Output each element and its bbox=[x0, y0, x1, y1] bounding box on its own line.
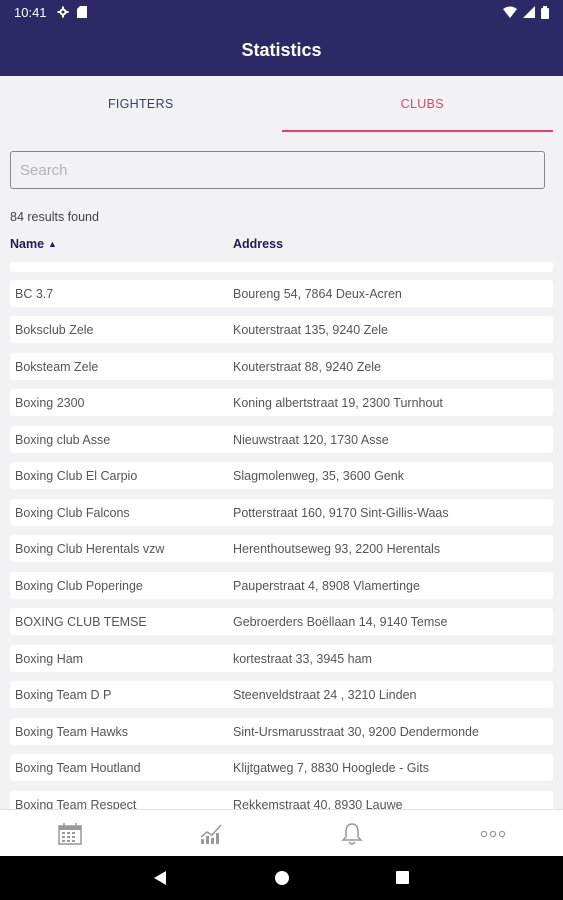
club-address: Koning albertstraat 19, 2300 Turnhout bbox=[233, 396, 443, 410]
column-header-name-label: Name bbox=[10, 237, 45, 251]
table-row[interactable]: Boksteam Zele Kouterstraat 88, 9240 Zele bbox=[10, 353, 553, 380]
club-name: Boxing Team D P bbox=[15, 688, 112, 702]
home-icon[interactable] bbox=[274, 870, 290, 886]
table-row[interactable]: Boksclub Zele Kouterstraat 135, 9240 Zele bbox=[10, 316, 553, 343]
calendar-icon bbox=[58, 823, 82, 845]
club-name: Boxing Club Herentals vzw bbox=[15, 542, 165, 556]
page-title: Statistics bbox=[241, 39, 322, 60]
table-row[interactable]: Boxing Team Respect Rekkemstraat 40, 8930… bbox=[10, 791, 553, 809]
sort-ascending-icon: ▲ bbox=[48, 239, 57, 249]
settings-gear-icon bbox=[57, 6, 69, 18]
table-row[interactable]: BOXING CLUB TEMSE Gebroerders Boëllaan 14… bbox=[10, 608, 553, 635]
table-row[interactable]: Boxing Club Poperinge Pauperstraat 4, 890… bbox=[10, 572, 553, 599]
tab-fighters[interactable]: FIGHTERS bbox=[0, 76, 282, 132]
club-name: BOXING CLUB TEMSE bbox=[15, 615, 147, 629]
table-row[interactable]: Boxing Team Hawks Sint-Ursmarusstraat 30,… bbox=[10, 718, 553, 745]
club-address: Nieuwstraat 120, 1730 Asse bbox=[233, 433, 389, 447]
nav-more[interactable] bbox=[479, 820, 507, 848]
club-address: Potterstraat 160, 9170 Sint-Gillis-Waas bbox=[233, 506, 449, 520]
club-name: Boxing 2300 bbox=[15, 396, 85, 410]
club-address: Pauperstraat 4, 8908 Vlamertinge bbox=[233, 579, 420, 593]
club-name: Boxing club Asse bbox=[15, 433, 111, 447]
club-address: Boureng 54, 7864 Deux-Acren bbox=[233, 287, 402, 301]
club-name: Boksteam Zele bbox=[15, 360, 99, 374]
back-icon[interactable] bbox=[153, 870, 167, 886]
club-address: Slagmolenweg, 35, 3600 Genk bbox=[233, 469, 404, 483]
status-time: 10:41 bbox=[14, 4, 47, 20]
table-row[interactable]: Boxing 2300 Koning albertstraat 19, 2300 … bbox=[10, 389, 553, 416]
table-row-partial bbox=[10, 262, 553, 272]
club-address: Sint-Ursmarusstraat 30, 9200 Dendermonde bbox=[233, 725, 479, 739]
bottom-nav bbox=[0, 809, 563, 856]
club-name: Boxing Team Houtland bbox=[15, 761, 141, 775]
search-input[interactable] bbox=[10, 151, 545, 189]
club-name: Boxing Team Respect bbox=[15, 798, 137, 809]
nav-statistics[interactable] bbox=[197, 820, 225, 848]
tab-bar: FIGHTERS CLUBS bbox=[0, 76, 563, 132]
system-nav-bar bbox=[0, 856, 563, 900]
table-row[interactable]: Boxing Team Houtland Klijtgatweg 7, 8830 … bbox=[10, 754, 553, 781]
club-address: Rekkemstraat 40, 8930 Lauwe bbox=[233, 798, 403, 809]
statistics-chart-icon bbox=[200, 824, 222, 844]
club-name: Boxing Club Poperinge bbox=[15, 579, 143, 593]
club-name: Boxing Club El Carpio bbox=[15, 469, 138, 483]
club-name: Boxing Ham bbox=[15, 652, 84, 666]
table-row[interactable]: BC 3.7 Boureng 54, 7864 Deux-Acren bbox=[10, 280, 553, 307]
club-name: Boksclub Zele bbox=[15, 323, 94, 337]
bell-icon bbox=[341, 823, 363, 845]
table-row[interactable]: Boxing club Asse Nieuwstraat 120, 1730 As… bbox=[10, 426, 553, 453]
club-address: Gebroerders Boëllaan 14, 9140 Temse bbox=[233, 615, 448, 629]
club-address: Steenveldstraat 24 , 3210 Linden bbox=[233, 688, 417, 702]
battery-icon bbox=[541, 5, 549, 19]
nav-notifications[interactable] bbox=[338, 820, 366, 848]
more-icon bbox=[480, 830, 506, 838]
wifi-icon bbox=[503, 6, 517, 18]
status-bar: 10:41 bbox=[0, 0, 563, 24]
nav-calendar[interactable] bbox=[56, 820, 84, 848]
table-row[interactable]: Boxing Club Falcons Potterstraat 160, 917… bbox=[10, 499, 553, 526]
recents-icon[interactable] bbox=[395, 870, 410, 885]
sd-card-icon bbox=[76, 6, 87, 18]
club-name: BC 3.7 bbox=[15, 287, 54, 301]
club-address: kortestraat 33, 3945 ham bbox=[233, 652, 372, 666]
tab-clubs[interactable]: CLUBS bbox=[281, 76, 563, 132]
club-address: Klijtgatweg 7, 8830 Hooglede - Gits bbox=[233, 761, 429, 775]
table-row[interactable]: Boxing Club El Carpio Slagmolenweg, 35, 3… bbox=[10, 462, 553, 489]
clubs-list[interactable]: BC 3.7 Boureng 54, 7864 Deux-Acren Bokscl… bbox=[0, 262, 563, 809]
cellular-signal-icon bbox=[523, 6, 535, 18]
app-bar: Statistics bbox=[0, 24, 563, 76]
table-row[interactable]: Boxing Team D P Steenveldstraat 24 , 3210… bbox=[10, 681, 553, 708]
column-header-name[interactable]: Name ▲ bbox=[10, 237, 57, 251]
table-row[interactable]: Boxing Ham kortestraat 33, 3945 ham bbox=[10, 645, 553, 672]
club-name: Boxing Club Falcons bbox=[15, 506, 130, 520]
table-row[interactable]: Boxing Club Herentals vzw Herenthoutseweg… bbox=[10, 535, 553, 562]
table-header: Name ▲ Address bbox=[0, 237, 563, 255]
club-address: Kouterstraat 88, 9240 Zele bbox=[233, 360, 382, 374]
club-address: Kouterstraat 135, 9240 Zele bbox=[233, 323, 388, 337]
club-address: Herenthoutseweg 93, 2200 Herentals bbox=[233, 542, 441, 556]
club-name: Boxing Team Hawks bbox=[15, 725, 129, 739]
column-header-address[interactable]: Address bbox=[233, 237, 283, 251]
results-count: 84 results found bbox=[10, 210, 99, 224]
